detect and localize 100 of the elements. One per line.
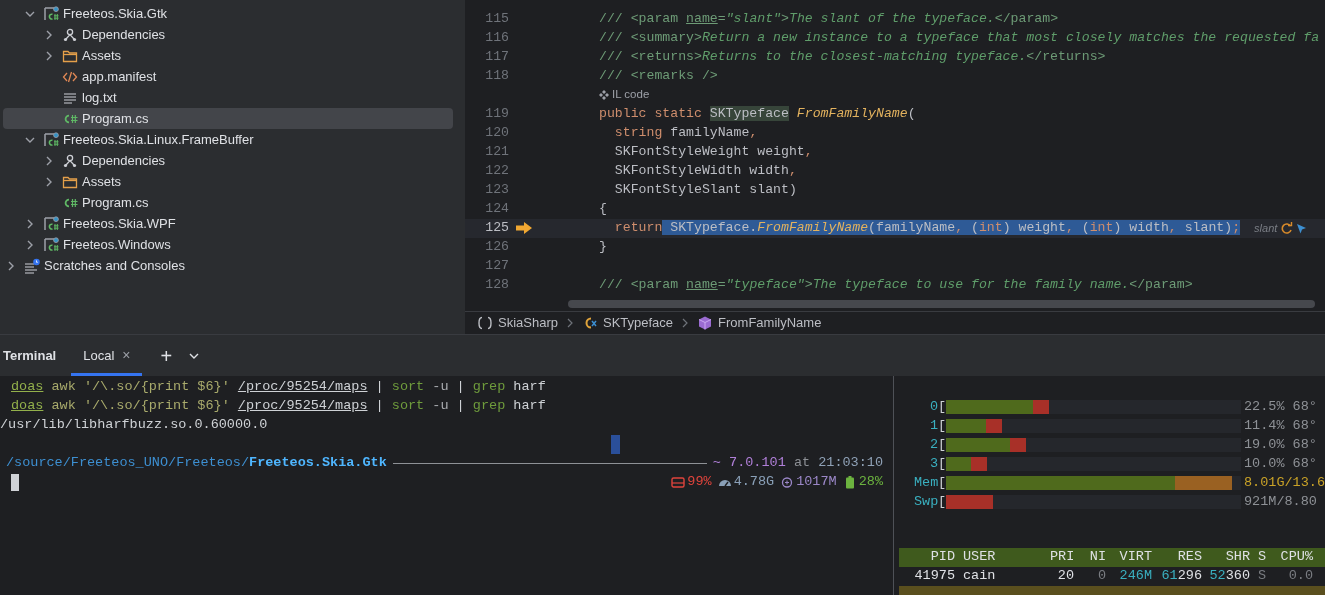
tree-row[interactable]: Program.cs — [3, 108, 453, 129]
tree-item-label[interactable]: Dependencies — [82, 24, 166, 45]
code-line: string familyName, — [613, 124, 758, 143]
terminal-line: doas awk '/\.so/{print $6}' /proc/95254/maps | sort -u | grep harf — [11, 397, 546, 416]
meter-value: 921M/8.80 — [1244, 492, 1317, 511]
tree-item-label[interactable]: Scratches and Consoles — [44, 255, 185, 276]
breadcrumb-item[interactable]: SkiaSharp — [477, 313, 558, 333]
separator-chevron-icon — [566, 317, 574, 330]
code-vision-link[interactable]: IL code — [612, 86, 650, 104]
tree-item-label[interactable]: log.txt — [82, 87, 117, 108]
column-header[interactable]: CPU% — [1270, 547, 1313, 568]
column-header[interactable]: NI — [1074, 547, 1106, 568]
tree-item-label[interactable]: Assets — [82, 171, 121, 192]
tree-row[interactable]: Program.cs — [3, 192, 453, 213]
tree-item-label[interactable]: app.manifest — [82, 66, 157, 87]
text-cursor — [11, 474, 19, 491]
tree-row[interactable]: Freeteos.Skia.Linux.FrameBuffer — [3, 129, 453, 150]
code-line: SKFontStyleWeight weight, — [613, 143, 813, 162]
column-header[interactable]: RES — [1152, 547, 1202, 568]
meter-bracket: [ — [938, 492, 946, 511]
table-cell-text: 52360 — [1208, 567, 1250, 586]
chip-icon — [780, 475, 795, 490]
execution-arrow-icon — [515, 221, 533, 235]
line-number: 122 — [484, 162, 509, 181]
memory-usage: 4.78G — [733, 473, 775, 492]
tree-row[interactable]: Scratches and Consoles — [3, 255, 453, 276]
line-number: 125 — [484, 219, 509, 238]
horizontal-scrollbar[interactable] — [568, 300, 1315, 308]
inlay-hint: slant — [1254, 220, 1278, 236]
code-line: /// <param name="typeface">The typeface to use for the family name.</param> — [599, 276, 1193, 295]
tree-row[interactable]: Dependencies — [3, 24, 453, 45]
tree-item-label[interactable]: Program.cs — [82, 108, 149, 129]
tree-row[interactable]: Assets — [3, 171, 453, 192]
column-header[interactable]: USER — [955, 547, 1050, 568]
tree-item-label[interactable]: Dependencies — [82, 150, 166, 171]
tree-item-label[interactable]: Freeteos.Skia.WPF — [63, 213, 176, 234]
line-number: 118 — [484, 67, 509, 86]
process-memory: 1017M — [796, 473, 837, 492]
selection-block — [611, 435, 620, 454]
meter-bracket: [ — [938, 454, 946, 473]
column-header[interactable]: S — [1250, 547, 1270, 568]
meter-label: 2 — [928, 435, 938, 454]
breadcrumb-item[interactable]: SKTypeface — [582, 313, 674, 333]
dependencies-icon — [62, 152, 78, 169]
tree-row[interactable]: Assets — [3, 45, 453, 66]
line-number: 128 — [484, 276, 509, 295]
prompt-path: /source/Freeteos_UNO/Freeteos/Freeteos.Skia.Gtk — [6, 454, 387, 473]
table-cell-text: 41975 — [913, 567, 955, 586]
meter-label: 0 — [928, 397, 938, 416]
braces-icon — [477, 315, 493, 332]
code-line: public static SKTypeface FromFamilyName( — [599, 105, 916, 124]
line-number: 116 — [484, 29, 509, 48]
code-line: /// <remarks /> — [599, 67, 718, 86]
tree-row[interactable]: Freeteos.Windows — [3, 234, 453, 255]
column-header[interactable]: PID — [899, 547, 955, 568]
meter-value: 22.5% 68° — [1244, 397, 1317, 416]
close-tab-button[interactable]: × — [122, 345, 131, 366]
meter-label: Swp — [914, 492, 938, 511]
code-line: } — [599, 238, 607, 257]
meter-value: 19.0% 68° — [1244, 435, 1317, 454]
table-cell-text: 0.0 — [1287, 567, 1313, 586]
scratches-icon — [24, 257, 40, 274]
terminal-tab[interactable]: Local × — [71, 335, 143, 376]
meter-bracket: [ — [938, 473, 946, 492]
meter-label: 1 — [928, 416, 938, 435]
code-line: /// <param name="slant">The slant of the typeface.</param> — [599, 10, 1059, 29]
tree-item-label[interactable]: Freeteos.Windows — [63, 234, 171, 255]
line-number: 121 — [484, 143, 509, 162]
table-cell-text: 61296 — [1160, 567, 1202, 586]
code-line: /// <returns>Returns to the closest-matching typeface.</returns> — [599, 48, 1106, 67]
tree-item-label[interactable]: Freeteos.Skia.Gtk — [63, 3, 168, 24]
line-number: 127 — [484, 257, 509, 276]
panel-title: Terminal — [3, 346, 57, 365]
line-number: 117 — [484, 48, 509, 67]
line-number: 126 — [484, 238, 509, 257]
code-line: SKFontStyleSlant slant) — [613, 181, 797, 200]
code-line: { — [599, 200, 607, 219]
tree-row[interactable]: log.txt — [3, 87, 453, 108]
column-header[interactable]: PRI — [1050, 547, 1074, 568]
rotate-arrow-icon[interactable] — [1280, 221, 1294, 235]
table-cell-text: 246M — [1118, 567, 1152, 586]
meter-label: Mem — [914, 473, 938, 492]
tree-item-label[interactable]: Program.cs — [82, 192, 149, 213]
tree-row[interactable]: Freeteos.Skia.WPF — [3, 213, 453, 234]
meter-value: 8.01G/13.6 — [1244, 473, 1325, 492]
tree-item-label[interactable]: Freeteos.Skia.Linux.FrameBuffer — [63, 129, 254, 150]
new-tab-button[interactable]: + — [156, 345, 177, 366]
column-header[interactable]: SHR — [1202, 547, 1250, 568]
tree-row[interactable]: Freeteos.Skia.Gtk — [3, 3, 453, 24]
code-line: return SKTypeface.FromFamilyName(familyName, (int) weight, (int) width, slant); — [613, 219, 1241, 238]
terminal-line: doas awk '/\.so/{print $6}' /proc/95254/maps | sort -u | grep harf — [11, 378, 546, 397]
tree-row[interactable]: app.manifest — [3, 66, 453, 87]
tree-item-label[interactable]: Assets — [82, 45, 121, 66]
code-line: SKFontStyleWidth width, — [613, 162, 797, 181]
line-number: 124 — [484, 200, 509, 219]
tree-row[interactable]: Dependencies — [3, 150, 453, 171]
project-icon — [43, 236, 59, 253]
column-header[interactable]: VIRT — [1106, 547, 1152, 568]
breadcrumb-item[interactable]: FromFamilyName — [697, 313, 822, 333]
meter-value: 10.0% 68° — [1244, 454, 1317, 473]
